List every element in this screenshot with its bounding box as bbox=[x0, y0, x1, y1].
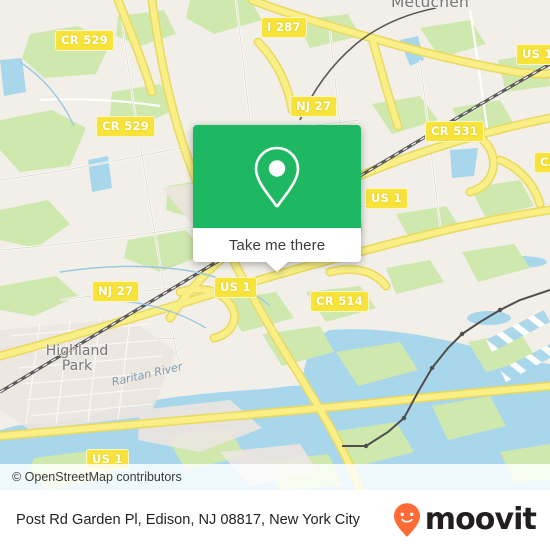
moovit-brand[interactable]: moovit bbox=[392, 502, 537, 538]
highway-shield-cr-514[interactable]: CR 514 bbox=[310, 291, 370, 312]
callout-action-bar[interactable]: Take me there bbox=[193, 228, 361, 272]
callout-marker-panel bbox=[193, 125, 361, 228]
osm-attribution-text: © OpenStreetMap contributors bbox=[12, 470, 182, 484]
take-me-there-label: Take me there bbox=[228, 236, 326, 254]
footer-bar: Post Rd Garden Pl, Edison, NJ 08817, New… bbox=[0, 490, 550, 550]
highway-shield-us-1-mid[interactable]: US 1 bbox=[365, 188, 408, 209]
moovit-map-screenshot: Metuchen Highland Park Raritan River CR … bbox=[0, 0, 550, 550]
highway-shield-nj-27-south[interactable]: NJ 27 bbox=[92, 281, 140, 302]
location-callout-card[interactable]: Take me there bbox=[193, 125, 361, 272]
highway-shield-us-1-center[interactable]: US 1 bbox=[214, 277, 257, 298]
location-pin-icon bbox=[254, 146, 300, 207]
highway-shield-nj-27-north[interactable]: NJ 27 bbox=[290, 96, 338, 117]
moovit-pin-logo-icon bbox=[393, 503, 420, 537]
map-canvas[interactable]: Metuchen Highland Park Raritan River CR … bbox=[0, 0, 550, 490]
highway-shield-ca-clipped[interactable]: CA bbox=[534, 152, 550, 173]
highway-shield-cr-529-south[interactable]: CR 529 bbox=[96, 116, 156, 137]
highway-shield-cr-531[interactable]: CR 531 bbox=[425, 121, 485, 142]
highway-shield-cr-529-north[interactable]: CR 529 bbox=[55, 30, 115, 51]
osm-attribution-bar: © OpenStreetMap contributors bbox=[0, 464, 550, 490]
callout-pointer-triangle bbox=[266, 262, 288, 272]
highway-shield-us-1-ne[interactable]: US 1 bbox=[516, 44, 550, 65]
address-label: Post Rd Garden Pl, Edison, NJ 08817, New… bbox=[16, 512, 360, 528]
moovit-wordmark: moovit bbox=[424, 502, 537, 537]
highway-shield-i-287[interactable]: I 287 bbox=[261, 17, 307, 38]
